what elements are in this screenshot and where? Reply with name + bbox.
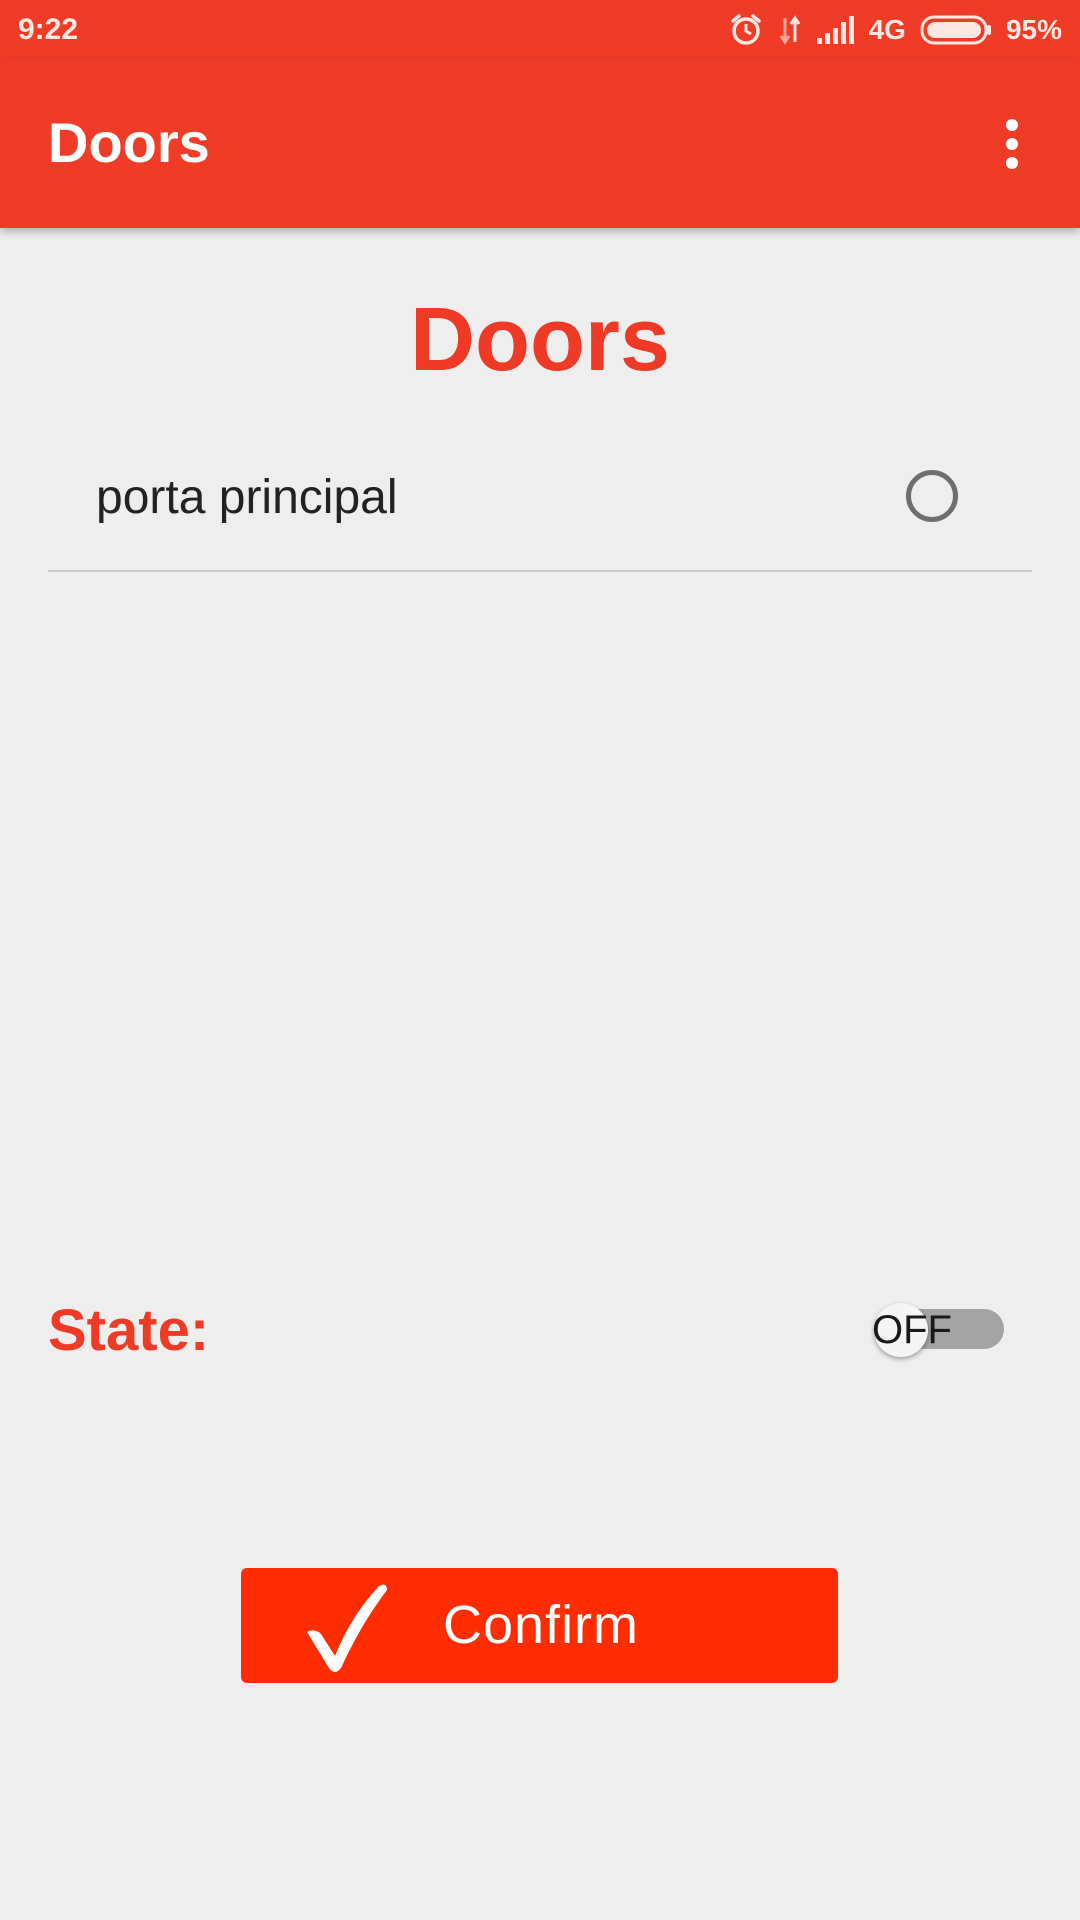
status-time: 9:22 xyxy=(18,13,79,46)
alarm-icon xyxy=(729,13,763,47)
door-label: porta principal xyxy=(96,471,398,524)
page-heading: Doors xyxy=(409,290,671,390)
door-radio-button[interactable] xyxy=(906,470,958,522)
battery-percent: 95% xyxy=(1005,14,1062,45)
door-list-item[interactable]: porta principal xyxy=(48,430,1032,572)
confirm-label: Confirm xyxy=(443,1595,640,1655)
status-bar: 9:22 4G 95% xyxy=(0,0,1080,60)
data-arrows-icon xyxy=(777,14,803,46)
status-icons: 4G 95% xyxy=(729,10,1062,50)
overflow-menu-button[interactable] xyxy=(964,96,1060,192)
checkmark-icon xyxy=(307,1584,387,1672)
confirm-button[interactable]: Confirm xyxy=(241,1568,838,1683)
app-bar-title: Doors xyxy=(48,111,210,174)
toggle-text: OFF xyxy=(872,1308,952,1352)
state-label: State: xyxy=(48,1298,210,1363)
state-toggle[interactable]: OFF xyxy=(870,1303,1006,1357)
battery-icon xyxy=(920,15,992,45)
more-vert-icon xyxy=(1006,119,1018,169)
screen: 9:22 4G 95% Doors Doors porta principal … xyxy=(0,0,1080,1920)
app-bar: Doors xyxy=(0,60,1080,228)
network-type: 4G xyxy=(868,14,906,45)
signal-icon xyxy=(816,16,855,44)
